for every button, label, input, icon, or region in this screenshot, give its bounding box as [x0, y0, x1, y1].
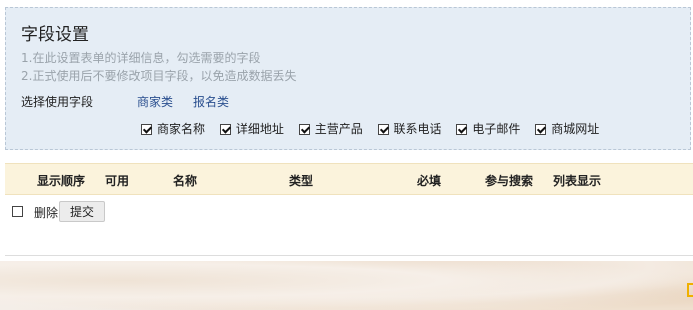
- background-banner-image: [0, 261, 693, 310]
- checkbox-checked-icon[interactable]: [377, 124, 389, 135]
- field-checkbox-label: 商城网址: [551, 122, 600, 136]
- column-header-name: 名称: [173, 174, 198, 188]
- column-header-type: 类型: [289, 174, 314, 188]
- checkbox-checked-icon[interactable]: [298, 124, 310, 135]
- field-checkbox-label: 联系电话: [393, 122, 442, 136]
- column-header-enabled: 可用: [105, 174, 130, 188]
- submit-button[interactable]: 提交: [59, 201, 105, 222]
- divider: [5, 255, 693, 256]
- category-link-signup[interactable]: 报名类: [193, 93, 229, 110]
- field-checkbox-item[interactable]: 联系电话: [377, 120, 442, 137]
- field-checkbox-label: 商家名称: [157, 122, 206, 136]
- field-checkbox-label: 主营产品: [314, 122, 363, 136]
- tip-line-2: 2.正式使用后不要修改项目字段，以免造成数据丢失: [21, 69, 297, 83]
- field-checkbox-item[interactable]: 电子邮件: [456, 120, 520, 137]
- column-header-required: 必填: [417, 174, 442, 188]
- floating-tab-icon[interactable]: [687, 283, 693, 297]
- table-header: 显示顺序 可用 名称 类型 必填 参与搜索 列表显示: [5, 163, 693, 195]
- panel-title: 字段设置: [21, 25, 89, 45]
- checkbox-checked-icon[interactable]: [141, 124, 152, 135]
- checkbox-checked-icon[interactable]: [219, 124, 231, 135]
- field-checkbox-label: 电子邮件: [472, 122, 521, 136]
- column-header-list-display: 列表显示: [553, 174, 602, 188]
- column-header-order: 显示顺序: [37, 174, 86, 188]
- field-checkbox-item[interactable]: 商家名称: [141, 120, 205, 137]
- field-checkbox-label: 详细地址: [235, 122, 284, 136]
- field-checkbox-item[interactable]: 商城网址: [535, 120, 599, 137]
- field-select-label: 选择使用字段: [21, 95, 94, 109]
- select-all-checkbox[interactable]: [12, 206, 23, 217]
- column-header-searchable: 参与搜索: [485, 174, 534, 188]
- field-settings-panel: 字段设置 1.在此设置表单的详细信息，勾选需要的字段 2.正式使用后不要修改项目…: [5, 7, 691, 150]
- field-checkbox-item[interactable]: 详细地址: [219, 120, 284, 137]
- checkbox-checked-icon[interactable]: [456, 124, 468, 135]
- delete-label: 删除: [34, 206, 59, 220]
- checkbox-checked-icon[interactable]: [535, 124, 547, 135]
- field-checkbox-item[interactable]: 主营产品: [298, 120, 363, 137]
- category-link-merchant[interactable]: 商家类: [137, 93, 173, 110]
- tip-line-1: 1.在此设置表单的详细信息，勾选需要的字段: [21, 51, 261, 65]
- field-checkbox-group: 商家名称 详细地址 主营产品 联系电话 电子邮件 商城网址: [141, 120, 610, 137]
